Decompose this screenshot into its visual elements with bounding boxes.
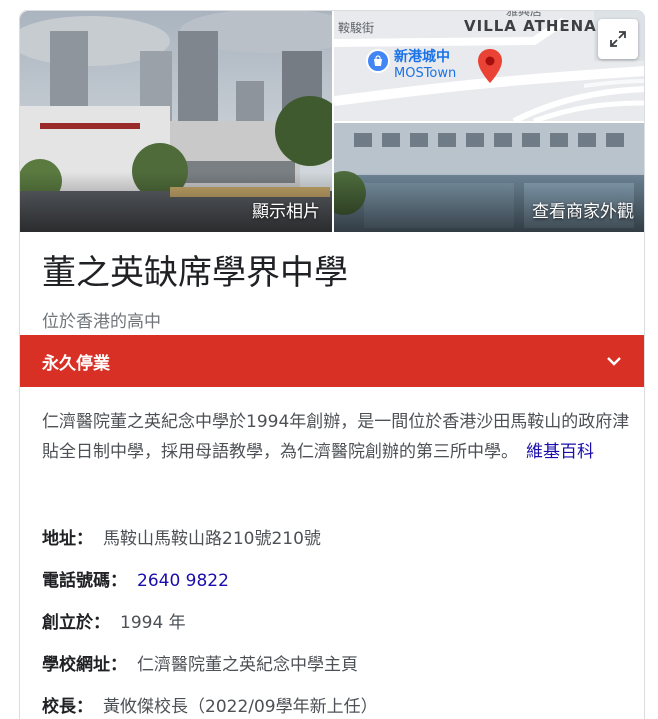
school-photo[interactable]: 顯示相片	[20, 11, 332, 232]
knowledge-panel: 顯示相片 雅典居 鞍駿街 VILLA ATHENA 新港城中 MOSTown 查…	[19, 10, 645, 719]
attribute-website: 學校網址： 仁濟醫院董之英紀念中學主頁	[42, 650, 358, 675]
principal-label[interactable]: 校長：	[42, 697, 93, 717]
attribute-principal: 校長： 黃攸傑校長（2022/09學年新上任）	[42, 692, 378, 717]
page-title: 董之英缺席學界中學	[42, 253, 348, 293]
map-place-marker[interactable]: 新港城中 MOSTown	[366, 49, 456, 82]
shopping-bag-icon	[366, 49, 390, 73]
map-street-label: 鞍駿街	[338, 21, 375, 35]
phone-value[interactable]: 2640 9822	[137, 571, 229, 591]
map-pin-icon[interactable]	[478, 49, 502, 83]
street-view-photo[interactable]: 查看商家外觀	[334, 123, 644, 232]
founded-label[interactable]: 創立於：	[42, 613, 110, 633]
description: 仁濟醫院董之英紀念中學於1994年創辦，是一間位於香港沙田馬鞍山的政府津貼全日制…	[42, 407, 632, 467]
principal-value: 黃攸傑校長（2022/09學年新上任）	[103, 697, 378, 717]
attribute-phone: 電話號碼： 2640 9822	[42, 566, 229, 591]
page-subtitle: 位於香港的高中	[42, 312, 161, 332]
website-value[interactable]: 仁濟醫院董之英紀念中學主頁	[137, 655, 358, 675]
founded-value: 1994 年	[120, 613, 186, 633]
closed-status-banner[interactable]: 永久停業	[20, 335, 644, 387]
attribute-founded: 創立於： 1994 年	[42, 608, 186, 633]
attribute-address: 地址： 馬鞍山馬鞍山路210號210號	[42, 524, 321, 549]
chevron-down-icon[interactable]	[604, 351, 624, 371]
address-label[interactable]: 地址：	[42, 529, 93, 549]
expand-map-button[interactable]	[598, 19, 638, 59]
view-exterior-label[interactable]: 查看商家外觀	[532, 197, 634, 222]
wikipedia-link[interactable]: 維基百科	[526, 442, 594, 462]
map-area-label: VILLA ATHENA	[464, 17, 597, 35]
show-photos-label[interactable]: 顯示相片	[252, 197, 320, 222]
map-place-name: 新港城中	[394, 49, 450, 65]
expand-icon	[610, 31, 626, 47]
phone-label[interactable]: 電話號碼：	[42, 571, 127, 591]
address-value[interactable]: 馬鞍山馬鞍山路210號210號	[103, 529, 321, 549]
photo-strip: 顯示相片 雅典居 鞍駿街 VILLA ATHENA 新港城中 MOSTown 查…	[20, 11, 644, 232]
map-thumbnail[interactable]: 雅典居 鞍駿街 VILLA ATHENA 新港城中 MOSTown	[334, 11, 644, 121]
website-label[interactable]: 學校網址：	[42, 655, 127, 675]
closed-status-label: 永久停業	[42, 353, 110, 374]
map-place-sub: MOSTown	[394, 66, 457, 81]
